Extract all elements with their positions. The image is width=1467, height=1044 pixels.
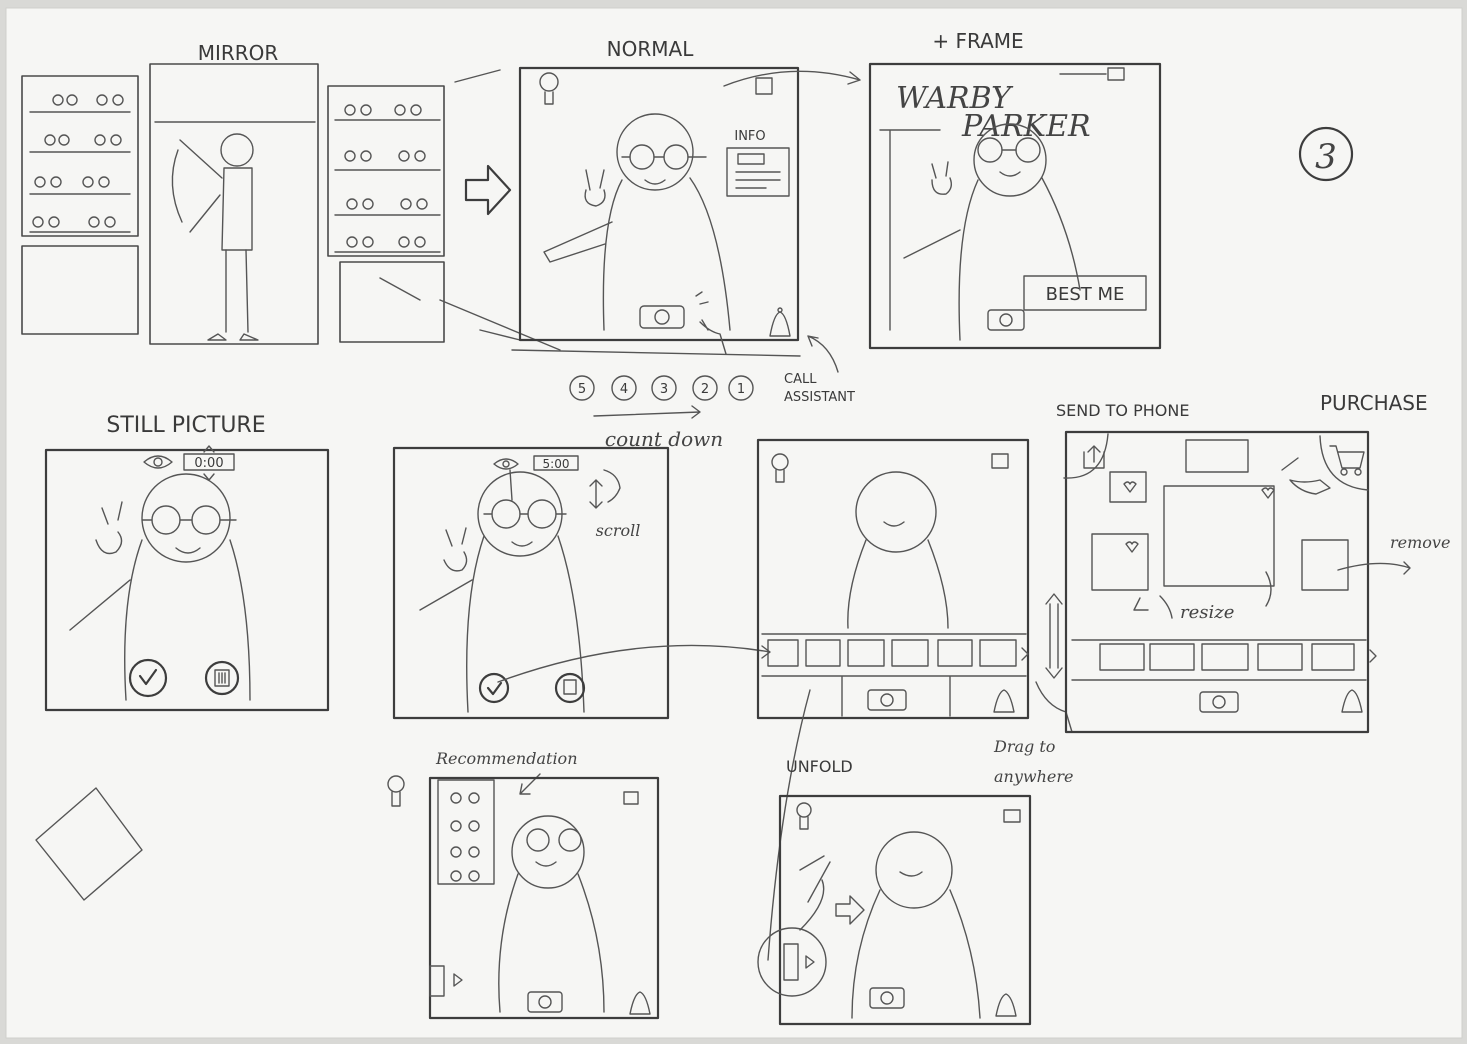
countdown-2: 2 — [701, 382, 709, 397]
send-to-phone-label: SEND TO PHONE — [1056, 401, 1189, 420]
paper — [5, 7, 1463, 1039]
timer-value[interactable]: 5:00 — [543, 457, 570, 471]
mirror-label: MIRROR — [198, 41, 279, 65]
storyboard-sheet: 3 MIRROR NORMAL INFO 5 4 3 2 1 count dow… — [5, 7, 1463, 1039]
countdown-3: 3 — [660, 382, 668, 397]
countdown-5: 5 — [578, 382, 586, 397]
remove-note: remove — [1390, 533, 1450, 552]
still-picture-label: STILL PICTURE — [106, 413, 265, 438]
frame-label: + FRAME — [932, 29, 1023, 53]
resize-note: resize — [1180, 602, 1234, 623]
assistant-label: ASSISTANT — [784, 390, 855, 405]
purchase-label: PURCHASE — [1320, 391, 1428, 415]
recommendation-label: Recommendation — [435, 749, 578, 768]
timer-value[interactable]: 0:00 — [194, 456, 223, 471]
countdown-4: 4 — [620, 382, 628, 397]
normal-label: NORMAL — [607, 37, 695, 61]
unfold-label: UNFOLD — [786, 757, 853, 776]
drag-note-line-2: anywhere — [994, 767, 1073, 786]
drag-note-line-1: Drag to — [993, 737, 1055, 756]
call-label: CALL — [784, 372, 817, 387]
countdown-1: 1 — [737, 382, 745, 397]
best-me-button[interactable]: BEST ME — [1046, 284, 1125, 305]
page-number: 3 — [1315, 137, 1337, 177]
scroll-note: scroll — [596, 521, 641, 540]
info-label: INFO — [734, 129, 765, 144]
